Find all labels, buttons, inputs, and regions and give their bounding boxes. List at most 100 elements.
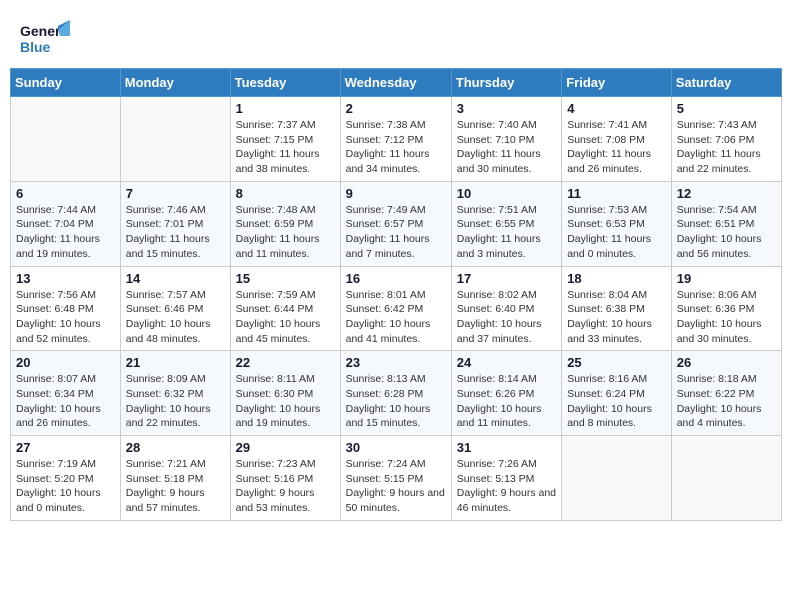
calendar-cell: 15 Sunrise: 7:59 AM Sunset: 6:44 PM Dayli…	[230, 266, 340, 351]
calendar-cell: 29Sunrise: 7:23 AM Sunset: 5:16 PM Dayli…	[230, 436, 340, 521]
day-number: 8	[236, 186, 335, 201]
calendar-header: SundayMondayTuesdayWednesdayThursdayFrid…	[11, 69, 782, 97]
logo-icon: General Blue	[20, 18, 70, 60]
day-number: 1	[236, 101, 335, 116]
calendar-cell	[120, 97, 230, 182]
day-number: 31	[457, 440, 556, 455]
day-info: Sunrise: 7:21 AM Sunset: 5:18 PM Dayligh…	[126, 457, 225, 516]
calendar-week-row: 13 Sunrise: 7:56 AM Sunset: 6:48 PM Dayli…	[11, 266, 782, 351]
day-number: 25	[567, 355, 666, 370]
day-info: Sunrise: 8:09 AM Sunset: 6:32 PM Dayligh…	[126, 372, 225, 431]
day-of-week-header: Friday	[562, 69, 672, 97]
calendar-cell: 20 Sunrise: 8:07 AM Sunset: 6:34 PM Dayli…	[11, 351, 121, 436]
day-info: Sunrise: 7:48 AM Sunset: 6:59 PM Dayligh…	[236, 203, 335, 262]
day-info: Sunrise: 8:01 AM Sunset: 6:42 PM Dayligh…	[346, 288, 446, 347]
calendar-cell: 18Sunrise: 8:04 AM Sunset: 6:38 PM Dayli…	[562, 266, 672, 351]
day-info: Sunrise: 7:53 AM Sunset: 6:53 PM Dayligh…	[567, 203, 666, 262]
day-info: Sunrise: 7:44 AM Sunset: 7:04 PM Dayligh…	[16, 203, 115, 262]
day-number: 15	[236, 271, 335, 286]
day-number: 5	[677, 101, 776, 116]
day-number: 30	[346, 440, 446, 455]
calendar-week-row: 1 Sunrise: 7:37 AM Sunset: 7:15 PM Daylig…	[11, 97, 782, 182]
calendar-week-row: 20 Sunrise: 8:07 AM Sunset: 6:34 PM Dayli…	[11, 351, 782, 436]
day-info: Sunrise: 8:11 AM Sunset: 6:30 PM Dayligh…	[236, 372, 335, 431]
calendar-cell: 25Sunrise: 8:16 AM Sunset: 6:24 PM Dayli…	[562, 351, 672, 436]
calendar-cell: 19 Sunrise: 8:06 AM Sunset: 6:36 PM Dayli…	[671, 266, 781, 351]
day-number: 3	[457, 101, 556, 116]
calendar-cell: 7Sunrise: 7:46 AM Sunset: 7:01 PM Daylig…	[120, 181, 230, 266]
calendar-cell: 9Sunrise: 7:49 AM Sunset: 6:57 PM Daylig…	[340, 181, 451, 266]
calendar-table: SundayMondayTuesdayWednesdayThursdayFrid…	[10, 68, 782, 521]
calendar-cell: 1 Sunrise: 7:37 AM Sunset: 7:15 PM Daylig…	[230, 97, 340, 182]
calendar-body: 1 Sunrise: 7:37 AM Sunset: 7:15 PM Daylig…	[11, 97, 782, 521]
calendar-cell: 28 Sunrise: 7:21 AM Sunset: 5:18 PM Dayli…	[120, 436, 230, 521]
calendar-cell: 24 Sunrise: 8:14 AM Sunset: 6:26 PM Dayli…	[451, 351, 561, 436]
day-number: 17	[457, 271, 556, 286]
calendar-cell: 17 Sunrise: 8:02 AM Sunset: 6:40 PM Dayli…	[451, 266, 561, 351]
calendar-cell: 26 Sunrise: 8:18 AM Sunset: 6:22 PM Dayli…	[671, 351, 781, 436]
day-info: Sunrise: 8:04 AM Sunset: 6:38 PM Dayligh…	[567, 288, 666, 347]
day-info: Sunrise: 8:02 AM Sunset: 6:40 PM Dayligh…	[457, 288, 556, 347]
calendar-cell	[562, 436, 672, 521]
calendar-cell: 10Sunrise: 7:51 AM Sunset: 6:55 PM Dayli…	[451, 181, 561, 266]
page-header: General Blue	[10, 10, 782, 64]
day-number: 19	[677, 271, 776, 286]
calendar-cell: 13 Sunrise: 7:56 AM Sunset: 6:48 PM Dayli…	[11, 266, 121, 351]
day-info: Sunrise: 7:38 AM Sunset: 7:12 PM Dayligh…	[346, 118, 446, 177]
calendar-cell: 12Sunrise: 7:54 AM Sunset: 6:51 PM Dayli…	[671, 181, 781, 266]
day-number: 16	[346, 271, 446, 286]
calendar-cell: 30 Sunrise: 7:24 AM Sunset: 5:15 PM Dayli…	[340, 436, 451, 521]
day-info: Sunrise: 7:19 AM Sunset: 5:20 PM Dayligh…	[16, 457, 115, 516]
day-number: 4	[567, 101, 666, 116]
day-number: 23	[346, 355, 446, 370]
day-info: Sunrise: 8:18 AM Sunset: 6:22 PM Dayligh…	[677, 372, 776, 431]
day-info: Sunrise: 8:14 AM Sunset: 6:26 PM Dayligh…	[457, 372, 556, 431]
day-info: Sunrise: 7:43 AM Sunset: 7:06 PM Dayligh…	[677, 118, 776, 177]
day-info: Sunrise: 7:59 AM Sunset: 6:44 PM Dayligh…	[236, 288, 335, 347]
day-number: 13	[16, 271, 115, 286]
day-number: 26	[677, 355, 776, 370]
day-info: Sunrise: 7:56 AM Sunset: 6:48 PM Dayligh…	[16, 288, 115, 347]
day-info: Sunrise: 8:06 AM Sunset: 6:36 PM Dayligh…	[677, 288, 776, 347]
calendar-cell: 11 Sunrise: 7:53 AM Sunset: 6:53 PM Dayli…	[562, 181, 672, 266]
calendar-cell: 21Sunrise: 8:09 AM Sunset: 6:32 PM Dayli…	[120, 351, 230, 436]
day-info: Sunrise: 7:40 AM Sunset: 7:10 PM Dayligh…	[457, 118, 556, 177]
day-number: 14	[126, 271, 225, 286]
day-number: 11	[567, 186, 666, 201]
calendar-week-row: 6 Sunrise: 7:44 AM Sunset: 7:04 PM Daylig…	[11, 181, 782, 266]
calendar-cell: 31 Sunrise: 7:26 AM Sunset: 5:13 PM Dayli…	[451, 436, 561, 521]
day-info: Sunrise: 7:57 AM Sunset: 6:46 PM Dayligh…	[126, 288, 225, 347]
calendar-cell: 2Sunrise: 7:38 AM Sunset: 7:12 PM Daylig…	[340, 97, 451, 182]
day-info: Sunrise: 7:46 AM Sunset: 7:01 PM Dayligh…	[126, 203, 225, 262]
day-number: 22	[236, 355, 335, 370]
calendar-cell: 3 Sunrise: 7:40 AM Sunset: 7:10 PM Daylig…	[451, 97, 561, 182]
calendar-cell: 23 Sunrise: 8:13 AM Sunset: 6:28 PM Dayli…	[340, 351, 451, 436]
calendar-cell	[11, 97, 121, 182]
day-info: Sunrise: 8:07 AM Sunset: 6:34 PM Dayligh…	[16, 372, 115, 431]
day-info: Sunrise: 7:23 AM Sunset: 5:16 PM Dayligh…	[236, 457, 335, 516]
calendar-cell: 27 Sunrise: 7:19 AM Sunset: 5:20 PM Dayli…	[11, 436, 121, 521]
day-number: 28	[126, 440, 225, 455]
calendar-cell: 22 Sunrise: 8:11 AM Sunset: 6:30 PM Dayli…	[230, 351, 340, 436]
day-info: Sunrise: 7:37 AM Sunset: 7:15 PM Dayligh…	[236, 118, 335, 177]
day-info: Sunrise: 8:13 AM Sunset: 6:28 PM Dayligh…	[346, 372, 446, 431]
day-info: Sunrise: 7:49 AM Sunset: 6:57 PM Dayligh…	[346, 203, 446, 262]
day-number: 6	[16, 186, 115, 201]
day-number: 24	[457, 355, 556, 370]
calendar-cell: 16 Sunrise: 8:01 AM Sunset: 6:42 PM Dayli…	[340, 266, 451, 351]
day-info: Sunrise: 7:26 AM Sunset: 5:13 PM Dayligh…	[457, 457, 556, 516]
day-of-week-header: Monday	[120, 69, 230, 97]
day-number: 20	[16, 355, 115, 370]
calendar-cell: 4Sunrise: 7:41 AM Sunset: 7:08 PM Daylig…	[562, 97, 672, 182]
day-of-week-header: Thursday	[451, 69, 561, 97]
calendar-cell: 14 Sunrise: 7:57 AM Sunset: 6:46 PM Dayli…	[120, 266, 230, 351]
day-of-week-header: Saturday	[671, 69, 781, 97]
day-of-week-header: Sunday	[11, 69, 121, 97]
calendar-cell	[671, 436, 781, 521]
day-info: Sunrise: 7:24 AM Sunset: 5:15 PM Dayligh…	[346, 457, 446, 516]
calendar-cell: 8 Sunrise: 7:48 AM Sunset: 6:59 PM Daylig…	[230, 181, 340, 266]
day-number: 27	[16, 440, 115, 455]
calendar-week-row: 27 Sunrise: 7:19 AM Sunset: 5:20 PM Dayli…	[11, 436, 782, 521]
day-info: Sunrise: 7:51 AM Sunset: 6:55 PM Dayligh…	[457, 203, 556, 262]
calendar-cell: 6 Sunrise: 7:44 AM Sunset: 7:04 PM Daylig…	[11, 181, 121, 266]
